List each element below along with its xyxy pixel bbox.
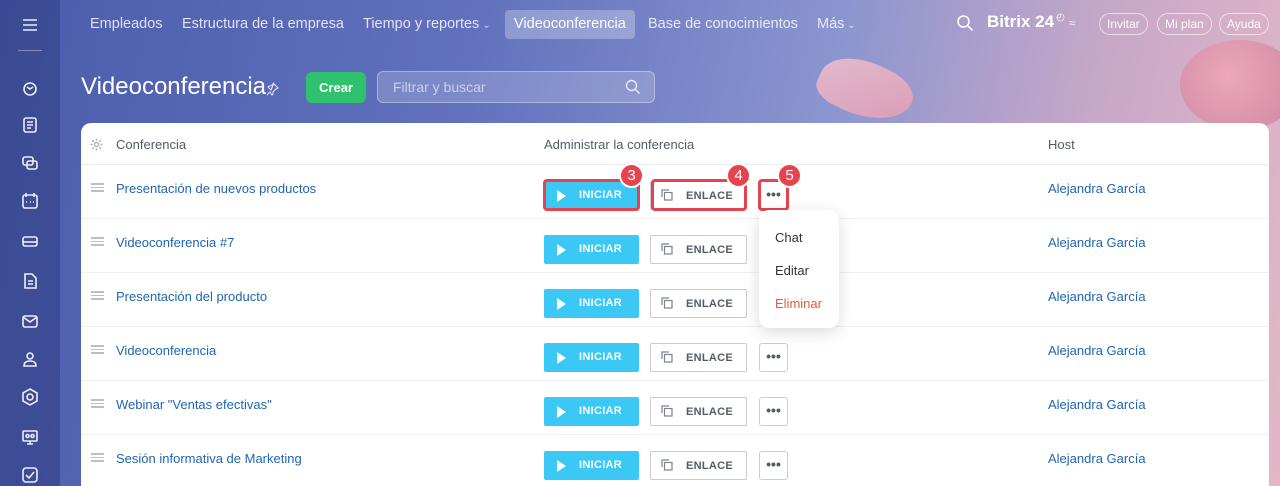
filter-search-input[interactable] [378,72,618,102]
drag-handle-icon[interactable] [91,345,104,354]
link-button[interactable]: ENLACE [650,343,747,372]
background-petal [810,44,921,135]
link-button[interactable]: ENLACE [650,397,747,426]
invite-button[interactable]: Invitar [1099,13,1148,35]
table-row: Videoconferencia #7 INICIAR ENLACE Aleja… [81,219,1269,273]
copy-icon [661,351,673,363]
drag-handle-icon[interactable] [91,453,104,462]
top-navigation: Empleados Estructura de la empresa Tiemp… [60,0,1280,50]
help-button[interactable]: Ayuda [1219,13,1269,35]
menu-item-delete[interactable]: Eliminar [775,296,822,311]
pin-icon[interactable] [265,82,279,96]
table-row: Videoconferencia INICIAR ENLACE ••• Alej… [81,327,1269,381]
host-link[interactable]: Alejandra García [1048,451,1146,466]
conference-name-link[interactable]: Videoconferencia [116,343,216,358]
menu-icon[interactable] [17,12,43,38]
feed-icon[interactable] [17,76,43,102]
menu-item-chat[interactable]: Chat [775,230,802,245]
rail-divider [18,50,42,51]
filter-search[interactable] [377,71,655,103]
host-link[interactable]: Alejandra García [1048,343,1146,358]
automation-icon[interactable] [17,384,43,410]
drag-handle-icon[interactable] [91,183,104,192]
drive-icon[interactable] [17,228,43,254]
nav-item-base-conocimientos[interactable]: Base de conocimientos [639,10,807,39]
gear-icon[interactable] [90,138,103,151]
brand-logo[interactable]: Bitrix 24 ◴ ≈ [987,12,1075,32]
tasks-icon[interactable] [17,112,43,138]
nav-item-empleados[interactable]: Empleados [81,10,172,39]
more-options-button[interactable]: ••• [759,343,788,372]
copy-icon [661,459,673,471]
conference-name-link[interactable]: Presentación del producto [116,289,267,304]
column-header-conference[interactable]: Conferencia [116,137,186,152]
callout-badge: 4 [726,163,751,188]
column-header-manage: Administrar la conferencia [544,137,695,152]
nav-item-estructura[interactable]: Estructura de la empresa [173,10,353,39]
conference-name-link[interactable]: Webinar "Ventas efectivas" [116,397,272,412]
document-icon[interactable] [17,268,43,294]
drag-handle-icon[interactable] [91,399,104,408]
play-icon [557,352,566,364]
chevron-down-icon: ⌄ [482,20,491,31]
copy-icon [661,405,673,417]
link-button[interactable]: ENLACE [650,451,747,480]
nav-item-videoconferencia[interactable]: Videoconferencia [505,10,635,39]
nav-item-tiempo-reportes[interactable]: Tiempo y reportes ⌄ [354,10,500,39]
sync-icon: ≈ [1068,16,1076,30]
chevron-down-icon: ⌄ [847,20,856,31]
conference-name-link[interactable]: Videoconferencia #7 [116,235,234,250]
copy-icon [661,243,673,255]
host-link[interactable]: Alejandra García [1048,397,1146,412]
employees-icon[interactable] [17,346,43,372]
table-row: Webinar "Ventas efectivas" INICIAR ENLAC… [81,381,1269,435]
column-header-host[interactable]: Host [1048,137,1075,152]
start-button[interactable]: INICIAR [544,343,639,372]
more-options-menu: Chat Editar Eliminar [759,210,839,328]
callout-badge: 5 [777,163,802,188]
play-icon [557,460,566,472]
play-icon [557,298,566,310]
start-button[interactable]: INICIAR [544,397,639,426]
create-button[interactable]: Crear [306,72,366,103]
search-icon[interactable] [956,14,974,32]
play-icon [557,244,566,256]
background-flower [1180,40,1280,130]
drag-handle-icon[interactable] [91,291,104,300]
play-icon [557,406,566,418]
host-link[interactable]: Alejandra García [1048,235,1146,250]
more-options-button[interactable]: ••• [759,451,788,480]
start-button[interactable]: INICIAR [544,289,639,318]
checklist-icon[interactable] [17,462,43,486]
start-button[interactable]: INICIAR [544,235,639,264]
table-row: Presentación del producto INICIAR ENLACE… [81,273,1269,327]
callout-badge: 3 [619,163,644,188]
videoconference-icon[interactable] [17,424,43,450]
host-link[interactable]: Alejandra García [1048,289,1146,304]
my-plan-button[interactable]: Mi plan [1157,13,1212,35]
nav-item-mas[interactable]: Más ⌄ [808,10,865,39]
menu-item-edit[interactable]: Editar [775,263,809,278]
clock-icon: ◴ [1056,12,1065,23]
table-header: Conferencia Administrar la conferencia H… [81,123,1269,165]
more-options-button[interactable]: ••• [759,397,788,426]
mail-icon[interactable] [17,308,43,334]
start-button[interactable]: INICIAR [544,451,639,480]
page-title: Videoconferencia [81,73,267,100]
copy-icon [661,297,673,309]
conference-name-link[interactable]: Sesión informativa de Marketing [116,451,302,466]
link-button[interactable]: ENLACE [650,235,747,264]
left-sidebar [0,0,60,486]
table-row: Sesión informativa de Marketing INICIAR … [81,435,1269,486]
link-button[interactable]: ENLACE [650,289,747,318]
calendar-icon[interactable] [17,188,43,214]
conference-name-link[interactable]: Presentación de nuevos productos [116,181,316,196]
drag-handle-icon[interactable] [91,237,104,246]
host-link[interactable]: Alejandra García [1048,181,1146,196]
chat-icon[interactable] [17,150,43,176]
search-icon[interactable] [625,79,641,95]
conference-table: Conferencia Administrar la conferencia H… [81,123,1269,486]
